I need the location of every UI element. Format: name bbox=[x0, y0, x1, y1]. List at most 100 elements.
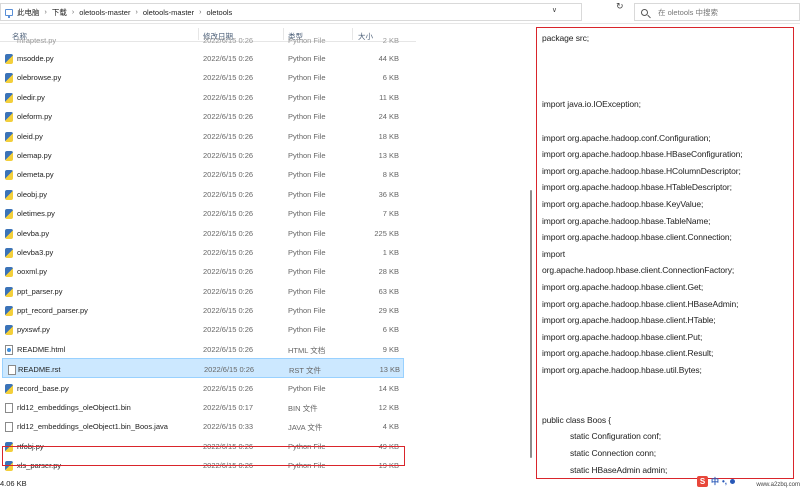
file-name: oleid.py bbox=[17, 131, 43, 141]
table-row[interactable]: oletimes.py 2022/6/15 0:26 Python File 7 KB bbox=[0, 203, 416, 222]
file-size: 44 KB bbox=[378, 54, 399, 63]
sogou-logo-icon[interactable]: S bbox=[697, 475, 708, 487]
file-name: README.rst bbox=[18, 365, 61, 375]
text-file-icon bbox=[5, 403, 13, 414]
table-row[interactable]: oleobj.py 2022/6/15 0:26 Python File 36 KB bbox=[0, 184, 416, 203]
file-type: Python File bbox=[288, 36, 326, 45]
chevron-right-icon[interactable]: › bbox=[72, 9, 74, 16]
file-name: rld12_embeddings_oleObject1.bin bbox=[17, 403, 131, 413]
computer-icon bbox=[5, 8, 13, 18]
breadcrumb-item[interactable]: oletools bbox=[206, 8, 232, 17]
highlight-box bbox=[2, 446, 405, 466]
chevron-down-icon[interactable]: ∨ bbox=[552, 6, 557, 14]
breadcrumb: 此电脑 › 下载 › oletools-master › oletools-master › o… bbox=[17, 7, 232, 18]
python-file-icon bbox=[5, 228, 13, 239]
file-name: oleobj.py bbox=[17, 189, 48, 199]
file-name: oleform.py bbox=[17, 112, 53, 122]
file-size: 13 KB bbox=[379, 365, 400, 375]
breadcrumb-item[interactable]: 此电脑 bbox=[17, 7, 40, 18]
search-box[interactable] bbox=[634, 3, 800, 21]
file-type: Python File bbox=[288, 267, 326, 277]
file-size: 7 KB bbox=[382, 209, 399, 219]
code-line: import org.apache.hadoop.hbase.HBaseConf… bbox=[542, 149, 743, 160]
python-file-icon bbox=[5, 112, 13, 123]
table-row[interactable]: olemap.py 2022/6/15 0:26 Python File 13 KB bbox=[0, 145, 416, 164]
code-line: import org.apache.hadoop.hbase.client.Ge… bbox=[542, 282, 704, 292]
table-row[interactable]: oleform.py 2022/6/15 0:26 Python File 24 KB bbox=[0, 106, 416, 125]
file-date: 2022/6/15 0:26 bbox=[203, 73, 254, 83]
file-size: 29 KB bbox=[378, 306, 399, 316]
file-name: olemeta.py bbox=[17, 170, 54, 180]
table-row[interactable]: README.rst 2022/6/15 0:26 RST 文件 13 KB bbox=[2, 358, 404, 378]
file-size: 4 KB bbox=[382, 422, 399, 432]
file-date: 2022/6/15 0:26 bbox=[203, 247, 254, 257]
table-row[interactable]: rld12_embeddings_oleObject1.bin 2022/6/15… bbox=[0, 397, 416, 416]
file-type: Python File bbox=[288, 54, 326, 63]
breadcrumb-item[interactable]: oletools-master bbox=[143, 8, 194, 17]
breadcrumb-item[interactable]: oletools-master bbox=[79, 8, 130, 17]
table-row[interactable]: olevba3.py 2022/6/15 0:26 Python File 1 KB bbox=[0, 242, 416, 261]
java-file-icon bbox=[5, 422, 13, 433]
code-line: import org.apache.hadoop.hbase.client.HB… bbox=[542, 298, 739, 309]
address-bar[interactable]: 此电脑 › 下载 › oletools-master › oletools-master › o… bbox=[0, 3, 582, 21]
table-row[interactable]: ppt_parser.py 2022/6/15 0:26 Python File 63… bbox=[0, 281, 416, 300]
ime-lang-toggle[interactable]: 中 bbox=[711, 476, 719, 487]
file-size: 6 KB bbox=[382, 73, 399, 83]
file-size: 63 KB bbox=[378, 286, 399, 296]
file-date: 2022/6/15 0:26 bbox=[203, 286, 254, 296]
python-file-icon bbox=[5, 247, 13, 258]
table-row[interactable]: olevba.py 2022/6/15 0:26 Python File 225 KB bbox=[0, 223, 416, 242]
file-type: Python File bbox=[288, 73, 326, 83]
file-size: 2 KB bbox=[382, 36, 399, 45]
chevron-right-icon[interactable]: › bbox=[135, 9, 137, 16]
table-row[interactable]: README.html 2022/6/15 0:26 HTML 文档 9 KB bbox=[0, 339, 416, 358]
file-name: ppt_record_parser.py bbox=[17, 306, 88, 316]
ime-emoji-icon[interactable] bbox=[730, 478, 736, 484]
file-date: 2022/6/15 0:26 bbox=[203, 54, 254, 63]
file-size: 9 KB bbox=[382, 344, 399, 354]
file-name: olebrowse.py bbox=[17, 73, 62, 83]
file-date: 2022/6/15 0:26 bbox=[203, 36, 254, 45]
code-line: import bbox=[542, 248, 566, 259]
code-line: import org.apache.hadoop.hbase.HTableDes… bbox=[542, 182, 732, 193]
chevron-right-icon[interactable]: › bbox=[45, 9, 47, 16]
file-type: RST 文件 bbox=[289, 366, 321, 376]
search-input[interactable] bbox=[658, 7, 798, 17]
code-line: import org.apache.hadoop.hbase.KeyValue; bbox=[542, 199, 704, 209]
table-row[interactable]: ooxml.py 2022/6/15 0:26 Python File 28 KB bbox=[0, 261, 416, 280]
file-name: rld12_embeddings_oleObject1.bin_Boos.jav… bbox=[17, 422, 168, 432]
table-row[interactable]: ppt_record_parser.py 2022/6/15 0:26 Python… bbox=[0, 300, 416, 319]
file-name: ppt_parser.py bbox=[17, 286, 63, 296]
python-file-icon bbox=[5, 170, 13, 181]
ime-punct-toggle[interactable]: •, bbox=[722, 477, 727, 486]
file-size: 6 KB bbox=[382, 325, 399, 335]
table-row[interactable]: olebrowse.py 2022/6/15 0:26 Python File 6 K… bbox=[0, 67, 416, 86]
chevron-right-icon[interactable]: › bbox=[199, 9, 201, 16]
table-row[interactable]: msodde.py 2022/6/15 0:26 Python File 44 KB bbox=[0, 48, 416, 67]
file-date: 2022/6/15 0:26 bbox=[203, 209, 254, 219]
file-size: 28 KB bbox=[378, 267, 399, 277]
python-file-icon bbox=[5, 209, 13, 220]
file-date: 2022/6/15 0:26 bbox=[203, 267, 254, 277]
table-row[interactable]: oleid.py 2022/6/15 0:26 Python File 18 KB bbox=[0, 126, 416, 145]
file-name: olevba3.py bbox=[17, 247, 54, 257]
breadcrumb-item[interactable]: 下载 bbox=[52, 7, 67, 18]
file-name: olevba.py bbox=[17, 228, 50, 238]
python-file-icon bbox=[5, 267, 13, 278]
table-row[interactable]: pyxswf.py 2022/6/15 0:26 Python File 6 KB bbox=[0, 319, 416, 338]
table-row[interactable]: record_base.py 2022/6/15 0:26 Python File 1… bbox=[0, 378, 416, 397]
file-type: Python File bbox=[288, 209, 326, 219]
file-type: Python File bbox=[288, 383, 326, 393]
code-line: package src; bbox=[542, 33, 589, 43]
file-size: 13 KB bbox=[378, 150, 399, 160]
scrollbar-thumb[interactable] bbox=[530, 190, 532, 458]
file-date: 2022/6/15 0:26 bbox=[203, 150, 254, 160]
table-row[interactable]: oledir.py 2022/6/15 0:26 Python File 11 KB bbox=[0, 87, 416, 106]
file-name: mraptest.py bbox=[17, 36, 57, 45]
table-row[interactable]: rld12_embeddings_oleObject1.bin_Boos.jav… bbox=[0, 416, 416, 435]
file-date: 2022/6/15 0:17 bbox=[203, 403, 254, 413]
table-row[interactable]: olemeta.py 2022/6/15 0:26 Python File 8 KB bbox=[0, 164, 416, 183]
file-date: 2022/6/15 0:26 bbox=[203, 131, 254, 141]
file-type: Python File bbox=[288, 92, 326, 102]
file-size: 24 KB bbox=[378, 112, 399, 122]
